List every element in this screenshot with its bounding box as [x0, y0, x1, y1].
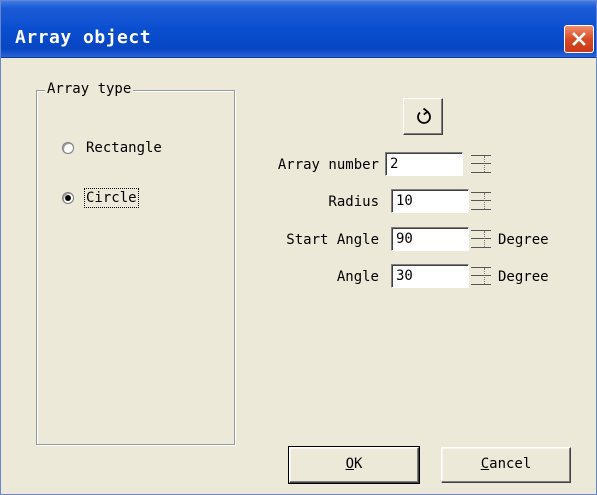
radio-circle-label: Circle: [84, 188, 139, 208]
angle-label: Angle: [336, 269, 379, 285]
ok-mnemonic: O: [345, 456, 354, 472]
array-number-input[interactable]: 2: [385, 152, 463, 176]
radio-rectangle-button[interactable]: [62, 142, 74, 154]
close-button[interactable]: [564, 25, 594, 53]
title-bar[interactable]: Array object: [1, 1, 596, 58]
cancel-mnemonic: C: [480, 456, 490, 472]
radius-input[interactable]: 10: [391, 189, 469, 213]
close-icon: [572, 32, 586, 46]
cancel-label-rest: ancel: [489, 456, 532, 472]
rotate-icon: [417, 107, 431, 124]
start-angle-spinner[interactable]: [471, 227, 493, 251]
angle-spinner[interactable]: [471, 264, 493, 288]
radio-circle[interactable]: Circle: [62, 188, 139, 208]
radio-rectangle-label: Rectangle: [86, 140, 162, 156]
angle-input[interactable]: 30: [391, 264, 469, 288]
ok-button[interactable]: OK: [288, 446, 420, 484]
window-title: Array object: [15, 27, 152, 48]
array-object-dialog: Array object Array type Rectangle Circle…: [0, 0, 597, 495]
cancel-button[interactable]: Cancel: [441, 447, 571, 483]
angle-unit: Degree: [498, 269, 549, 285]
rotate-button[interactable]: [403, 98, 443, 135]
radio-circle-button[interactable]: [62, 192, 74, 204]
start-angle-label: Start Angle: [286, 232, 379, 248]
ok-label-rest: K: [354, 456, 363, 472]
array-number-spinner[interactable]: [471, 152, 493, 176]
start-angle-unit: Degree: [498, 232, 549, 248]
array-type-legend: Array type: [45, 81, 134, 97]
radius-spinner[interactable]: [471, 189, 493, 213]
array-number-label: Array number: [277, 157, 379, 173]
radio-rectangle[interactable]: Rectangle: [62, 140, 162, 156]
radius-label: Radius: [328, 194, 379, 210]
start-angle-input[interactable]: 90: [391, 227, 469, 251]
